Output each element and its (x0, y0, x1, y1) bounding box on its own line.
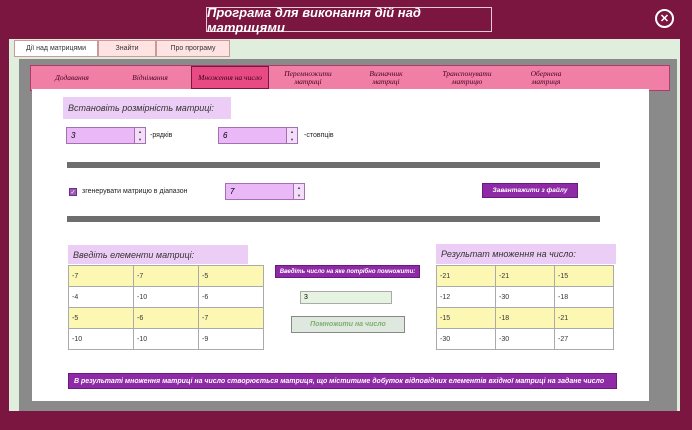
multiply-button[interactable]: Помножити на число (291, 316, 405, 333)
matrix-cell[interactable]: -10 (68, 328, 134, 350)
spinner-arrows-icon[interactable]: ▲ ▼ (293, 184, 304, 199)
result-matrix-heading: Результат множення на число: (436, 244, 616, 264)
table-row: -4 -10 -6 (68, 286, 264, 308)
range-value: 7 (230, 187, 235, 196)
matrix-cell[interactable]: -4 (68, 286, 134, 308)
matrix-cell[interactable]: -10 (133, 328, 199, 350)
table-row: -10 -10 -9 (68, 328, 264, 350)
table-row: -15 -18 -21 (436, 307, 614, 329)
rows-value: 3 (71, 131, 76, 140)
result-cell: -18 (554, 286, 614, 308)
matrix-cell[interactable]: -7 (68, 265, 134, 287)
tab-inverse[interactable]: Обернена матриця (517, 66, 575, 90)
matrix-cell[interactable]: -5 (68, 307, 134, 329)
tab-find[interactable]: Знайти (98, 40, 156, 57)
generate-label: згенерувати матрицю в діапазон (82, 188, 188, 195)
tab-transpose[interactable]: Транспонувати матрицю (431, 66, 503, 90)
input-matrix-table: -7 -7 -5 -4 -10 -6 -5 -6 -7 -10 -10 -9 (68, 265, 264, 350)
tab-addition[interactable]: Додавання (41, 66, 103, 90)
result-matrix-table: -21 -21 -15 -12 -30 -18 -15 -18 -21 -30 … (436, 265, 614, 350)
table-row: -12 -30 -18 (436, 286, 614, 308)
result-cell: -18 (495, 307, 555, 329)
info-note: В результаті множення матриці на число с… (68, 373, 617, 389)
range-spinner[interactable]: 7 ▲ ▼ (225, 183, 305, 200)
result-cell: -21 (554, 307, 614, 329)
tab-about[interactable]: Про програму (156, 40, 230, 57)
table-row: -5 -6 -7 (68, 307, 264, 329)
divider (67, 162, 600, 168)
dimension-heading: Встановіть розмірність матриці: (63, 97, 231, 119)
generate-checkbox[interactable]: ✓ (69, 188, 77, 196)
matrix-cell[interactable]: -9 (198, 328, 264, 350)
result-cell: -21 (495, 265, 555, 287)
close-icon[interactable]: ✕ (655, 9, 674, 28)
tab-multiply-by-number[interactable]: Множення на число (191, 66, 269, 89)
matrix-cell[interactable]: -10 (133, 286, 199, 308)
table-row: -30 -30 -27 (436, 328, 614, 350)
result-cell: -30 (436, 328, 496, 350)
window-title: Програма для виконання дій над матрицями (206, 5, 492, 35)
divider (67, 216, 600, 222)
cols-label: -стовпців (304, 132, 334, 139)
tab-matrix-multiply[interactable]: Перемножити матриці (273, 66, 343, 90)
input-matrix-heading: Введіть елементи матриці: (68, 245, 248, 264)
matrix-cell[interactable]: -7 (133, 265, 199, 287)
table-row: -21 -21 -15 (436, 265, 614, 287)
content-area: Встановіть розмірність матриці: 3 ▲ ▼ -ря… (32, 89, 649, 401)
table-row: -7 -7 -5 (68, 265, 264, 287)
operation-tab-bar: Додавання Віднімання Множення на число П… (30, 65, 670, 91)
multiply-prompt: Введіть число на яке потрібно помножити: (275, 265, 420, 278)
matrix-cell[interactable]: -7 (198, 307, 264, 329)
matrix-cell[interactable]: -6 (198, 286, 264, 308)
result-cell: -15 (436, 307, 496, 329)
rows-label: -рядків (150, 132, 173, 139)
tab-subtraction[interactable]: Віднімання (117, 66, 183, 90)
spinner-arrows-icon[interactable]: ▲ ▼ (134, 128, 145, 143)
spinner-arrows-icon[interactable]: ▲ ▼ (286, 128, 297, 143)
result-cell: -30 (495, 286, 555, 308)
result-cell: -27 (554, 328, 614, 350)
result-cell: -15 (554, 265, 614, 287)
outer-tab-bar: Дії над матрицями Знайти Про програму (14, 40, 230, 57)
cols-spinner[interactable]: 6 ▲ ▼ (218, 127, 298, 144)
tab-matrix-operations[interactable]: Дії над матрицями (14, 40, 98, 57)
tab-determinant[interactable]: Визначник матриці (357, 66, 415, 90)
result-cell: -21 (436, 265, 496, 287)
result-cell: -30 (495, 328, 555, 350)
matrix-cell[interactable]: -6 (133, 307, 199, 329)
load-from-file-button[interactable]: Завантажити з файлу (482, 183, 578, 198)
matrix-cell[interactable]: -5 (198, 265, 264, 287)
cols-value: 6 (223, 131, 228, 140)
multiplier-input[interactable]: 3 (300, 291, 392, 304)
rows-spinner[interactable]: 3 ▲ ▼ (66, 127, 146, 144)
result-cell: -12 (436, 286, 496, 308)
